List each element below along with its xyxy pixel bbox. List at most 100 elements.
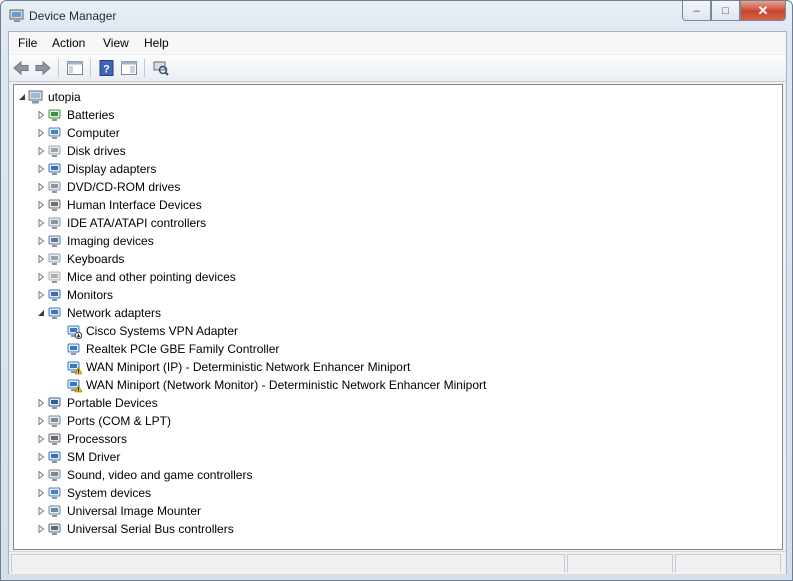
collapsed-arrow-icon[interactable] bbox=[37, 489, 45, 497]
tree-category-item[interactable]: Computer bbox=[14, 124, 774, 142]
tree-category-item[interactable]: Network adapters bbox=[14, 304, 774, 322]
tree-category-item[interactable]: SM Driver bbox=[14, 448, 774, 466]
collapsed-arrow-icon[interactable] bbox=[37, 201, 45, 209]
device-tree[interactable]: utopia Batteries Computer Disk drives Displa… bbox=[13, 84, 783, 550]
tree-category-item[interactable]: Ports (COM & LPT) bbox=[14, 412, 774, 430]
collapsed-arrow-icon[interactable] bbox=[37, 471, 45, 479]
collapsed-arrow-icon[interactable] bbox=[37, 237, 45, 245]
tree-category-item[interactable]: Processors bbox=[14, 430, 774, 448]
tree-category-item[interactable]: Universal Image Mounter bbox=[14, 502, 774, 520]
tree-device-item[interactable]: WAN Miniport (IP) - Deterministic Networ… bbox=[14, 358, 774, 376]
collapsed-arrow-icon[interactable] bbox=[37, 399, 45, 407]
collapsed-arrow-icon[interactable] bbox=[37, 507, 45, 515]
tree-category-item[interactable]: Mice and other pointing devices bbox=[14, 268, 774, 286]
tree-category-item[interactable]: Batteries bbox=[14, 106, 774, 124]
tree-item-label: Display adapters bbox=[67, 162, 157, 176]
toolbar-separator bbox=[144, 59, 145, 77]
tree-item-label: Universal Serial Bus controllers bbox=[67, 522, 234, 536]
tree-item-label: WAN Miniport (Network Monitor) - Determi… bbox=[86, 378, 487, 392]
show-hide-console-tree-icon bbox=[67, 61, 83, 75]
menu-action[interactable]: Action bbox=[52, 36, 85, 50]
collapsed-arrow-icon[interactable] bbox=[37, 219, 45, 227]
tree-item-label: Cisco Systems VPN Adapter bbox=[86, 324, 239, 338]
portable-device-icon bbox=[47, 395, 63, 411]
system-device-icon bbox=[47, 485, 63, 501]
close-button[interactable]: ✕ bbox=[740, 1, 786, 21]
collapsed-arrow-icon[interactable] bbox=[37, 255, 45, 263]
tree-category-item[interactable]: Sound, video and game controllers bbox=[14, 466, 774, 484]
speaker-icon bbox=[47, 467, 63, 483]
display-adapter-icon bbox=[47, 161, 63, 177]
tree-item-label: System devices bbox=[67, 486, 152, 500]
window-title: Device Manager bbox=[29, 9, 117, 23]
svg-text:?: ? bbox=[103, 64, 110, 76]
tree-device-item[interactable]: Realtek PCIe GBE Family Controller bbox=[14, 340, 774, 358]
tree-category-item[interactable]: Human Interface Devices bbox=[14, 196, 774, 214]
maximize-icon: □ bbox=[722, 4, 729, 17]
tree-category-item[interactable]: IDE ATA/ATAPI controllers bbox=[14, 214, 774, 232]
help-icon: ? bbox=[99, 60, 114, 76]
collapsed-arrow-icon[interactable] bbox=[37, 417, 45, 425]
tree-category-item[interactable]: Imaging devices bbox=[14, 232, 774, 250]
tree-item-label: DVD/CD-ROM drives bbox=[67, 180, 181, 194]
collapsed-arrow-icon[interactable] bbox=[37, 111, 45, 119]
collapsed-arrow-icon[interactable] bbox=[37, 129, 45, 137]
properties-button[interactable] bbox=[120, 59, 138, 77]
tree-item-label: Imaging devices bbox=[67, 234, 154, 248]
device-manager-window: Device Manager ‒ □ ✕ File Action View He… bbox=[0, 0, 793, 581]
dvd-drive-icon bbox=[47, 179, 63, 195]
menu-help[interactable]: Help bbox=[144, 36, 169, 50]
tree-item-label: Realtek PCIe GBE Family Controller bbox=[86, 342, 280, 356]
network-adapter-icon bbox=[66, 341, 82, 357]
tree-category-item[interactable]: System devices bbox=[14, 484, 774, 502]
expanded-arrow-icon[interactable] bbox=[18, 93, 26, 101]
port-icon bbox=[47, 413, 63, 429]
tree-item-label: IDE ATA/ATAPI controllers bbox=[67, 216, 207, 230]
tree-category-item[interactable]: DVD/CD-ROM drives bbox=[14, 178, 774, 196]
scan-hardware-button[interactable] bbox=[152, 59, 170, 77]
collapsed-arrow-icon[interactable] bbox=[37, 453, 45, 461]
mouse-icon bbox=[47, 269, 63, 285]
tree-device-item[interactable]: WAN Miniport (Network Monitor) - Determi… bbox=[14, 376, 774, 394]
tree-category-item[interactable]: Monitors bbox=[14, 286, 774, 304]
status-pane bbox=[11, 554, 565, 573]
tree-root[interactable]: utopia bbox=[14, 88, 774, 106]
show-hide-console-tree-button[interactable] bbox=[66, 59, 84, 77]
collapsed-arrow-icon[interactable] bbox=[37, 273, 45, 281]
menu-view[interactable]: View bbox=[103, 36, 129, 50]
menu-file[interactable]: File bbox=[18, 36, 37, 50]
properties-icon bbox=[121, 61, 137, 75]
tree-category-item[interactable]: Keyboards bbox=[14, 250, 774, 268]
status-pane bbox=[675, 554, 781, 573]
collapsed-arrow-icon[interactable] bbox=[37, 435, 45, 443]
tree-category-item[interactable]: Disk drives bbox=[14, 142, 774, 160]
collapsed-arrow-icon[interactable] bbox=[37, 525, 45, 533]
computer-root-icon bbox=[28, 89, 44, 105]
expanded-arrow-icon[interactable] bbox=[37, 309, 45, 317]
keyboard-icon bbox=[47, 251, 63, 267]
client-area: File Action View Help ? utopia Batteries… bbox=[8, 31, 787, 574]
collapsed-arrow-icon[interactable] bbox=[37, 183, 45, 191]
back-button[interactable] bbox=[12, 59, 30, 77]
collapsed-arrow-icon[interactable] bbox=[37, 165, 45, 173]
image-mounter-icon bbox=[47, 503, 63, 519]
tree-category-item[interactable]: Portable Devices bbox=[14, 394, 774, 412]
tree-item-label: Computer bbox=[67, 126, 120, 140]
tree-category-item[interactable]: Display adapters bbox=[14, 160, 774, 178]
hid-icon bbox=[47, 197, 63, 213]
tree-category-item[interactable]: Universal Serial Bus controllers bbox=[14, 520, 774, 538]
tree-item-label: Sound, video and game controllers bbox=[67, 468, 253, 482]
battery-icon bbox=[47, 107, 63, 123]
collapsed-arrow-icon[interactable] bbox=[37, 147, 45, 155]
tree-item-label: Human Interface Devices bbox=[67, 198, 202, 212]
collapsed-arrow-icon[interactable] bbox=[37, 291, 45, 299]
tree-item-label: Portable Devices bbox=[67, 396, 158, 410]
maximize-button[interactable]: □ bbox=[711, 1, 740, 21]
status-bar bbox=[9, 551, 786, 574]
minimize-button[interactable]: ‒ bbox=[682, 1, 711, 21]
network-adapter-disabled-icon bbox=[66, 323, 83, 340]
forward-button[interactable] bbox=[34, 59, 52, 77]
tree-device-item[interactable]: Cisco Systems VPN Adapter bbox=[14, 322, 774, 340]
forward-icon bbox=[35, 61, 51, 75]
help-button[interactable]: ? bbox=[98, 59, 116, 77]
